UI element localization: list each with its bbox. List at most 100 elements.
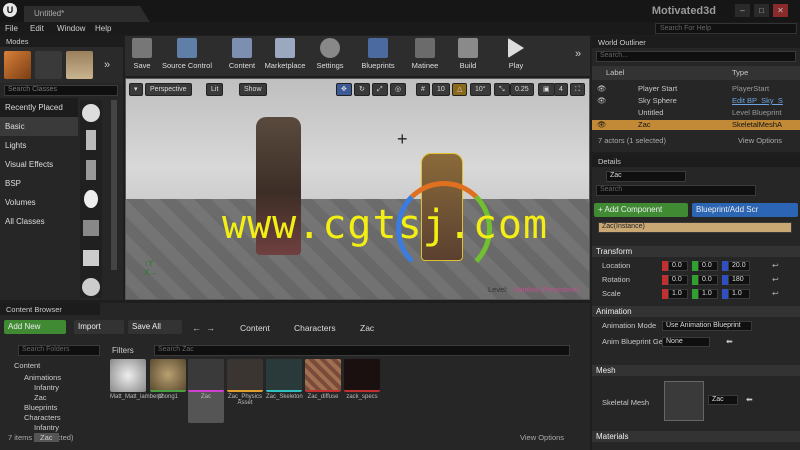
save-button[interactable]: Save	[129, 38, 155, 74]
minimize-icon[interactable]: –	[735, 4, 750, 17]
world-outliner-tab[interactable]: World Outliner	[592, 36, 800, 48]
play-button[interactable]: Play	[503, 38, 529, 74]
search-assets-input[interactable]: Search Zac	[154, 345, 570, 356]
category-visual-effects[interactable]: Visual Effects	[0, 155, 78, 174]
location-label[interactable]: Location	[602, 261, 630, 271]
sphere-shape-icon[interactable]	[82, 278, 100, 296]
maximize-icon[interactable]: □	[754, 4, 769, 17]
perspective-button[interactable]: Perspective	[145, 83, 192, 96]
asset-tile[interactable]: Zac_Skeleton	[266, 359, 303, 423]
details-search-input[interactable]: Search	[596, 185, 756, 196]
save-all-button[interactable]: Save All	[128, 320, 182, 334]
eye-icon[interactable]: 👁	[597, 96, 607, 106]
camera-speed-icon[interactable]: ▣	[538, 83, 555, 96]
toolbar-overflow-icon[interactable]: »	[575, 48, 581, 60]
animation-mode-dropdown[interactable]: Use Animation Blueprint	[662, 321, 752, 331]
animation-section[interactable]: Animation	[592, 306, 800, 317]
reset-rotation-icon[interactable]: ↩	[772, 275, 779, 284]
content-browser-tab[interactable]: Content Browser	[0, 303, 100, 315]
cube-icon[interactable]	[83, 250, 99, 266]
grid-snap-icon[interactable]: #	[416, 83, 430, 96]
scale-icon[interactable]: ⤢	[372, 83, 388, 96]
use-selected-icon[interactable]: ⬅	[746, 395, 753, 404]
modes-tab[interactable]: Modes	[0, 35, 123, 47]
filters-button[interactable]: Filters	[112, 346, 134, 355]
document-tab[interactable]: Untitled*	[24, 6, 150, 22]
viewport-options-button[interactable]: ▾	[129, 83, 143, 96]
scale-z-field[interactable]: 1.0	[728, 289, 750, 299]
skeletal-mesh-thumbnail[interactable]	[664, 381, 704, 421]
rotation-z-field[interactable]: 180	[728, 275, 750, 285]
scale-x-field[interactable]: 1.0	[668, 289, 688, 299]
menu-file[interactable]: File	[5, 24, 18, 33]
angle-snap-icon[interactable]: △	[452, 83, 468, 96]
menu-edit[interactable]: Edit	[30, 24, 44, 33]
eye-icon[interactable]: 👁	[597, 84, 607, 94]
sphere-icon[interactable]	[82, 104, 100, 122]
angle-size-value[interactable]: 10°	[470, 83, 491, 96]
import-button[interactable]: Import	[74, 320, 124, 334]
category-volumes[interactable]: Volumes	[0, 193, 78, 212]
tree-item[interactable]: Animations	[24, 373, 61, 382]
outliner-search-input[interactable]: Search...	[596, 51, 796, 62]
close-icon[interactable]: ✕	[773, 4, 788, 17]
eye-icon[interactable]: 👁	[597, 120, 607, 130]
instance-selector[interactable]: Zac(Instance)	[598, 222, 792, 233]
menu-help[interactable]: Help	[95, 24, 111, 33]
actor-name-input[interactable]: Zac	[606, 171, 686, 182]
reset-scale-icon[interactable]: ↩	[772, 289, 779, 298]
content-button[interactable]: Content	[225, 38, 259, 74]
asset-tile[interactable]: Zac_diffuse	[305, 359, 341, 423]
scale-label[interactable]: Scale	[602, 289, 621, 299]
settings-button[interactable]: Settings	[313, 38, 347, 74]
chevron-right-icon[interactable]: »	[104, 59, 110, 71]
col-type-header[interactable]: Type	[732, 66, 748, 80]
category-all-classes[interactable]: All Classes	[0, 212, 78, 231]
tree-item-selected[interactable]: Zac	[34, 433, 59, 442]
place-mode-icon[interactable]	[4, 51, 31, 79]
source-control-button[interactable]: Source Control	[159, 38, 215, 74]
light-bulb-icon[interactable]	[84, 190, 98, 208]
path-content[interactable]: Content	[240, 323, 270, 333]
tree-item[interactable]: Zac	[34, 393, 47, 402]
location-y-field[interactable]: 0.0	[698, 261, 718, 271]
marketplace-button[interactable]: Marketplace	[263, 38, 307, 74]
lit-button[interactable]: Lit	[206, 83, 224, 96]
add-new-button[interactable]: Add New	[4, 320, 66, 334]
search-help-input[interactable]: Search For Help	[655, 23, 797, 34]
tree-item[interactable]: Blueprints	[24, 403, 57, 412]
view-options-button[interactable]: View Options	[738, 136, 782, 146]
scale-y-field[interactable]: 1.0	[698, 289, 718, 299]
outliner-row[interactable]: Untitled Level Blueprint	[592, 108, 800, 118]
camera-speed-value[interactable]: 4	[554, 83, 568, 96]
category-lights[interactable]: Lights	[0, 136, 78, 155]
details-tab[interactable]: Details	[592, 155, 800, 167]
scale-snap-icon[interactable]: ⤡	[494, 83, 510, 96]
location-z-field[interactable]: 20.0	[728, 261, 750, 271]
category-recently-placed[interactable]: Recently Placed	[0, 98, 78, 117]
col-label-header[interactable]: Label	[606, 66, 624, 80]
nav-forward-icon[interactable]: →	[206, 323, 215, 333]
tree-item[interactable]: Content	[14, 361, 40, 370]
browse-arrow-icon[interactable]: ⬅	[726, 337, 733, 346]
show-button[interactable]: Show	[239, 83, 267, 96]
build-button[interactable]: Build	[455, 38, 481, 74]
maximize-viewport-icon[interactable]: ⛶	[570, 83, 585, 96]
rotation-label[interactable]: Rotation	[602, 275, 630, 285]
paint-mode-icon[interactable]	[35, 51, 62, 79]
category-bsp[interactable]: BSP	[0, 174, 78, 193]
add-component-button[interactable]: + Add Component	[594, 203, 688, 217]
path-characters[interactable]: Characters	[294, 323, 336, 333]
outliner-row[interactable]: 👁 Sky Sphere Edit BP_Sky_S	[592, 96, 800, 106]
materials-section[interactable]: Materials	[592, 431, 800, 442]
path-zac[interactable]: Zac	[360, 323, 374, 333]
blueprint-add-script-button[interactable]: Blueprint/Add Scr	[692, 203, 798, 217]
category-basic[interactable]: Basic	[0, 117, 78, 136]
outliner-row-selected[interactable]: 👁 Zac SkeletalMeshA	[592, 120, 800, 130]
trigger-icon[interactable]	[83, 220, 99, 236]
tree-item[interactable]: Characters	[24, 413, 61, 422]
search-classes-input[interactable]: Search Classes	[4, 85, 118, 96]
world-icon[interactable]: ◎	[390, 83, 407, 96]
mesh-section[interactable]: Mesh	[592, 365, 800, 376]
nav-back-icon[interactable]: ←	[192, 323, 201, 333]
